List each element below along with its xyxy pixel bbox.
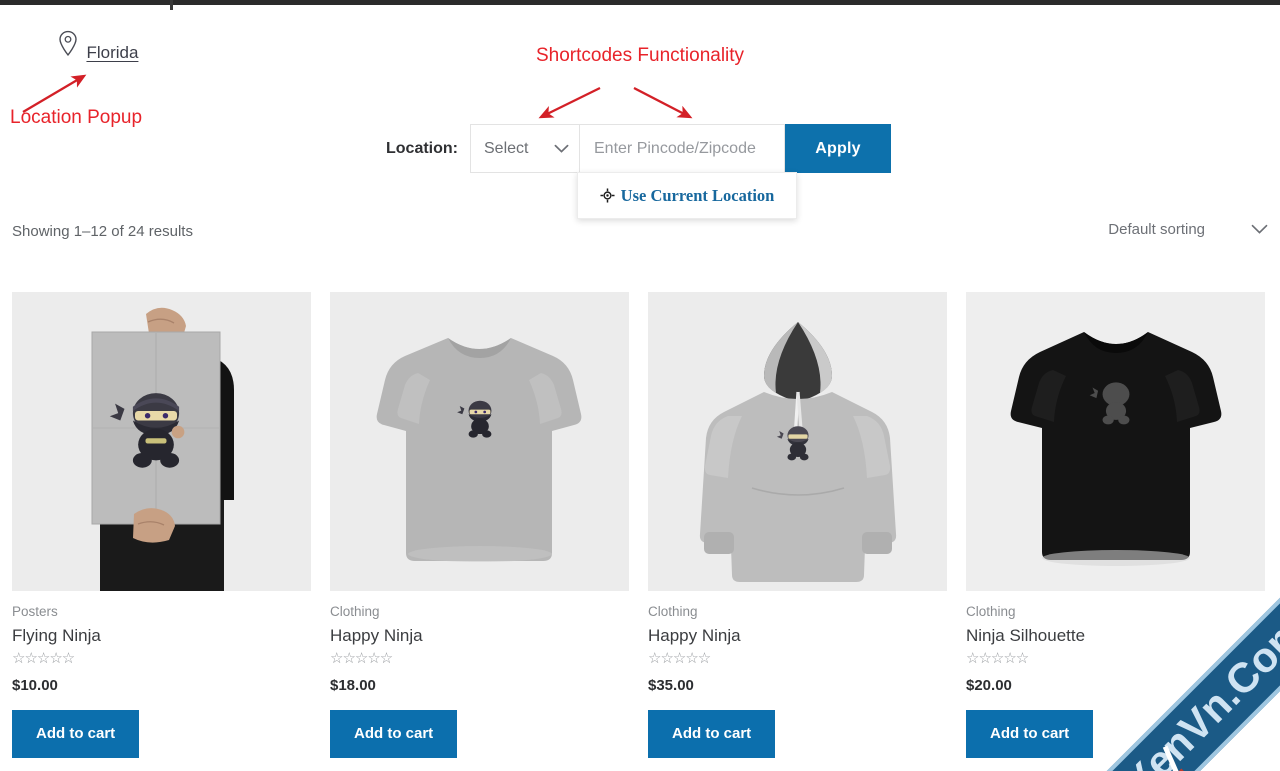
product-image-black-tshirt[interactable]: [966, 292, 1265, 591]
location-city-link[interactable]: Florida: [86, 43, 138, 63]
product-title[interactable]: Happy Ninja: [330, 626, 629, 646]
add-to-cart-button[interactable]: Add to cart: [12, 710, 140, 758]
location-select[interactable]: Select: [470, 124, 580, 173]
product-category: Posters: [12, 604, 58, 619]
product-title[interactable]: Happy Ninja: [648, 626, 947, 646]
location-select-value: Select: [484, 139, 529, 157]
use-current-location-label: Use Current Location: [620, 185, 775, 205]
apply-button[interactable]: Apply: [785, 124, 891, 173]
product-category: Clothing: [966, 604, 1016, 619]
product-title[interactable]: Flying Ninja: [12, 626, 311, 646]
chevron-down-icon: [1251, 224, 1268, 234]
product-card: Clothing Happy Ninja ☆☆☆☆☆ $35.00 Add to…: [648, 292, 947, 758]
product-card: Clothing Happy Ninja ☆☆☆☆☆ $18.00 Add to…: [330, 292, 629, 758]
add-to-cart-button[interactable]: Add to cart: [330, 710, 458, 758]
product-rating-stars: ☆☆☆☆☆: [12, 650, 75, 667]
product-category: Clothing: [648, 604, 698, 619]
location-shortcode-form: Location: Select Apply: [386, 124, 891, 173]
annotation-location-popup: Location Popup: [10, 107, 143, 128]
use-current-location-dropdown[interactable]: Use Current Location: [577, 172, 797, 219]
product-rating-stars: ☆☆☆☆☆: [966, 650, 1029, 667]
product-image-gray-hoodie[interactable]: [648, 292, 947, 591]
map-pin-icon: [59, 30, 77, 57]
annotation-shortcodes: Shortcodes Functionality: [536, 45, 745, 66]
chevron-down-icon: [554, 144, 569, 153]
product-grid: Posters Flying Ninja ☆☆☆☆☆ $10.00 Add to…: [12, 292, 1268, 758]
add-to-cart-button[interactable]: Add to cart: [648, 710, 776, 758]
product-category: Clothing: [330, 604, 380, 619]
sorting-value: Default sorting: [1108, 221, 1205, 238]
product-image-gray-tshirt[interactable]: [330, 292, 629, 591]
location-form-label: Location:: [386, 139, 458, 157]
product-price: $20.00: [966, 677, 1012, 694]
product-price: $10.00: [12, 677, 58, 694]
top-bar-notch: [170, 0, 173, 10]
crosshair-icon: [600, 188, 615, 203]
pincode-input[interactable]: [580, 124, 785, 173]
product-rating-stars: ☆☆☆☆☆: [648, 650, 711, 667]
product-listing-page: Florida Location Popup Shortcodes Functi…: [0, 0, 1280, 771]
page-top-bar: [0, 0, 1280, 10]
product-image-poster-held-by-person[interactable]: [12, 292, 311, 591]
sorting-select[interactable]: Default sorting: [1108, 221, 1268, 238]
product-rating-stars: ☆☆☆☆☆: [330, 650, 393, 667]
product-title[interactable]: Ninja Silhouette: [966, 626, 1265, 646]
location-popup[interactable]: Florida: [40, 30, 240, 63]
product-card: Clothing Ninja Silhouette ☆☆☆☆☆ $20.00 A…: [966, 292, 1265, 758]
product-price: $18.00: [330, 677, 376, 694]
product-card: Posters Flying Ninja ☆☆☆☆☆ $10.00 Add to…: [12, 292, 311, 758]
add-to-cart-button[interactable]: Add to cart: [966, 710, 1094, 758]
product-price: $35.00: [648, 677, 694, 694]
results-count: Showing 1–12 of 24 results: [12, 223, 193, 240]
